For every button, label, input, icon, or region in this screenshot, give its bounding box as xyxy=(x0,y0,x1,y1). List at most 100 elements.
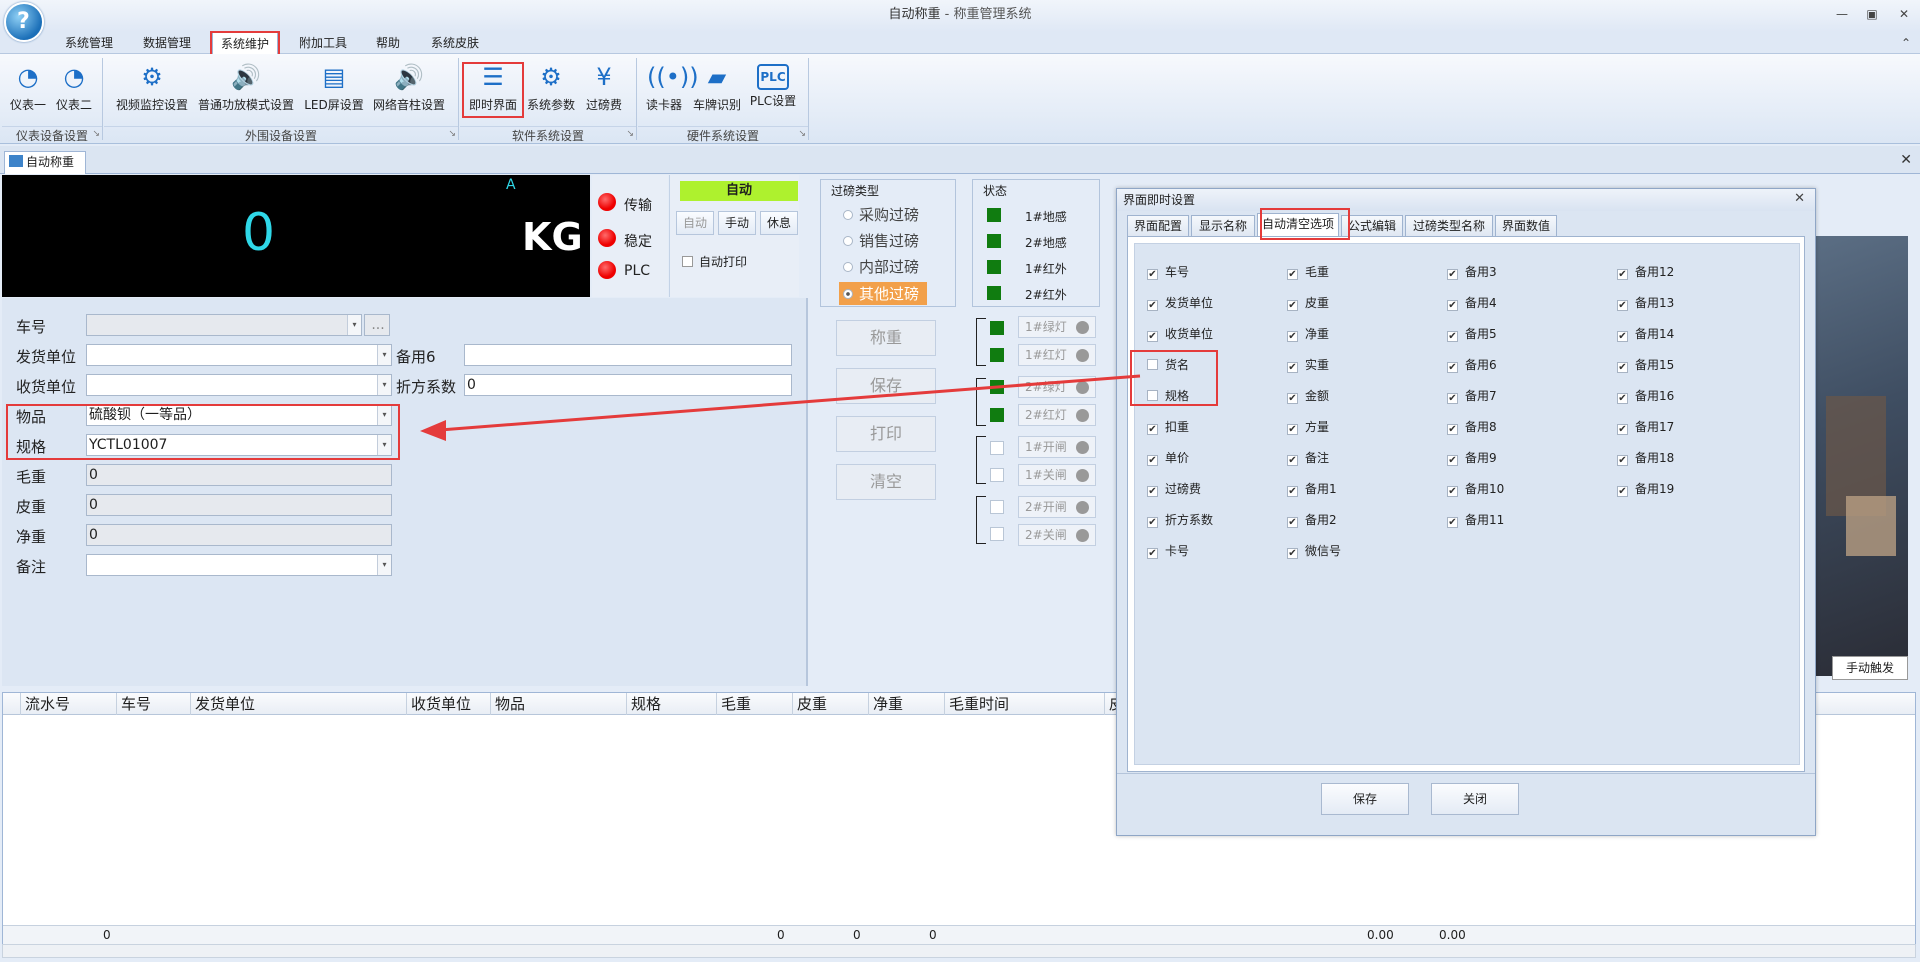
dialog-launcher-icon[interactable]: ↘ xyxy=(626,129,634,139)
chevron-down-icon[interactable]: ▾ xyxy=(377,405,391,425)
auto-clear-checkbox[interactable]: ✔ 备用4 xyxy=(1447,294,1497,311)
goods-field[interactable]: 硫酸钡（一等品） ▾ xyxy=(86,404,392,426)
gate-2-close-button[interactable]: 2#关闸 xyxy=(1018,524,1096,546)
chevron-down-icon[interactable]: ▾ xyxy=(347,315,361,335)
plate-recognition-button[interactable]: ▰ 车牌识别 xyxy=(690,58,744,118)
menu-tools[interactable]: 附加工具 xyxy=(292,32,354,54)
minimize-button[interactable]: — xyxy=(1832,6,1852,22)
menu-skin[interactable]: 系统皮肤 xyxy=(424,32,486,54)
dialog-launcher-icon[interactable]: ↘ xyxy=(92,129,100,139)
menu-data-manage[interactable]: 数据管理 xyxy=(136,32,198,54)
menu-system-manage[interactable]: 系统管理 xyxy=(58,32,120,54)
rest-button[interactable]: 休息 xyxy=(760,211,798,235)
dialog-save-button[interactable]: 保存 xyxy=(1321,783,1409,815)
instant-ui-button[interactable]: ☰ 即时界面 xyxy=(464,58,522,118)
car-no-browse-button[interactable]: ... xyxy=(364,314,390,336)
discount-field[interactable]: 0 xyxy=(464,374,792,396)
spare6-field[interactable] xyxy=(464,344,792,366)
receiver-field[interactable]: ▾ xyxy=(86,374,392,396)
print-button[interactable]: 打印 xyxy=(836,416,936,452)
gross-field[interactable]: 0 xyxy=(86,464,392,486)
dialog-launcher-icon[interactable]: ↘ xyxy=(798,129,806,139)
plc-settings-button[interactable]: PLC PLC设置 xyxy=(748,58,798,118)
weigh-button[interactable]: 称重 xyxy=(836,320,936,356)
column-header[interactable]: 毛重时间 xyxy=(945,693,1105,715)
close-tab-button[interactable]: ✕ xyxy=(1900,152,1912,168)
menu-help[interactable]: 帮助 xyxy=(370,32,406,54)
radio-sales[interactable]: 销售过磅 xyxy=(843,230,919,251)
auto-clear-checkbox[interactable]: ✔ 实重 xyxy=(1287,356,1329,373)
auto-clear-checkbox[interactable]: ✔ 备用5 xyxy=(1447,325,1497,342)
manual-button[interactable]: 手动 xyxy=(718,211,756,235)
radio-purchase[interactable]: 采购过磅 xyxy=(843,204,919,225)
manual-trigger-button[interactable]: 手动触发 xyxy=(1832,656,1908,680)
ribbon-collapse-button[interactable]: ⌃ xyxy=(1896,35,1916,51)
auto-clear-checkbox[interactable]: ✔ 备用12 xyxy=(1617,263,1674,280)
gate-1-open-button[interactable]: 1#开闸 xyxy=(1018,436,1096,458)
auto-clear-checkbox[interactable]: ✔ 扣重 xyxy=(1147,418,1189,435)
dialog-close-button[interactable]: 关闭 xyxy=(1431,783,1519,815)
column-header[interactable]: 规格 xyxy=(627,693,717,715)
chevron-down-icon[interactable]: ▾ xyxy=(377,345,391,365)
car-no-field[interactable]: ▾ xyxy=(86,314,362,336)
auto-clear-checkbox[interactable]: ✔ 备用19 xyxy=(1617,480,1674,497)
auto-clear-checkbox[interactable]: ✔ 备用15 xyxy=(1617,356,1674,373)
auto-button[interactable]: 自动 xyxy=(676,211,714,235)
auto-clear-checkbox[interactable]: ✔ 备注 xyxy=(1287,449,1329,466)
restore-button[interactable]: ▣ xyxy=(1862,6,1882,22)
radio-other[interactable]: 其他过磅 xyxy=(839,282,928,305)
dialog-launcher-icon[interactable]: ↘ xyxy=(448,129,456,139)
sender-field[interactable]: ▾ xyxy=(86,344,392,366)
auto-clear-checkbox[interactable]: ✔ 折方系数 xyxy=(1147,511,1213,528)
auto-clear-checkbox[interactable]: ✔ 备用7 xyxy=(1447,387,1497,404)
tare-field[interactable]: 0 xyxy=(86,494,392,516)
auto-clear-checkbox[interactable]: ✔ 车号 xyxy=(1147,263,1189,280)
auto-clear-checkbox[interactable]: ✔ 备用18 xyxy=(1617,449,1674,466)
column-header[interactable]: 流水号 xyxy=(21,693,117,715)
column-header[interactable]: 物品 xyxy=(491,693,627,715)
horizontal-scrollbar[interactable] xyxy=(2,944,1916,958)
close-window-button[interactable]: ✕ xyxy=(1894,6,1914,22)
auto-clear-checkbox[interactable]: ✔ 单价 xyxy=(1147,449,1189,466)
auto-clear-checkbox[interactable]: ✔ 备用1 xyxy=(1287,480,1337,497)
menu-system-maintenance[interactable]: 系统维护 xyxy=(212,32,278,55)
weigh-fee-button[interactable]: ¥ 过磅费 xyxy=(582,58,626,118)
auto-clear-checkbox[interactable]: ✔ 净重 xyxy=(1287,325,1329,342)
remark-field[interactable]: ▾ xyxy=(86,554,392,576)
led-settings-button[interactable]: ▤ LED屏设置 xyxy=(300,58,368,118)
auto-clear-checkbox[interactable]: ✔ 过磅费 xyxy=(1147,480,1201,497)
meter2-button[interactable]: ◔ 仪表二 xyxy=(52,58,96,118)
column-header[interactable]: 净重 xyxy=(869,693,945,715)
auto-clear-checkbox[interactable]: ✔ 发货单位 xyxy=(1147,294,1213,311)
auto-clear-checkbox[interactable]: ✔ 备用2 xyxy=(1287,511,1337,528)
clear-button[interactable]: 清空 xyxy=(836,464,936,500)
chevron-down-icon[interactable]: ▾ xyxy=(377,435,391,455)
light-2-red-button[interactable]: 2#红灯 xyxy=(1018,404,1096,426)
net-field[interactable]: 0 xyxy=(86,524,392,546)
app-logo-icon[interactable]: ? xyxy=(4,2,44,42)
auto-clear-checkbox[interactable]: ✔ 备用3 xyxy=(1447,263,1497,280)
light-1-red-button[interactable]: 1#红灯 xyxy=(1018,344,1096,366)
auto-clear-checkbox[interactable]: 规格 xyxy=(1147,387,1189,404)
system-params-button[interactable]: ⚙ 系统参数 xyxy=(524,58,578,118)
auto-clear-checkbox[interactable]: ✔ 备用16 xyxy=(1617,387,1674,404)
auto-clear-checkbox[interactable]: ✔ 收货单位 xyxy=(1147,325,1213,342)
auto-clear-checkbox[interactable]: ✔ 方量 xyxy=(1287,418,1329,435)
radio-internal[interactable]: 内部过磅 xyxy=(843,256,919,277)
auto-clear-checkbox[interactable]: ✔ 备用8 xyxy=(1447,418,1497,435)
auto-clear-checkbox[interactable]: ✔ 备用13 xyxy=(1617,294,1674,311)
auto-clear-checkbox[interactable]: ✔ 微信号 xyxy=(1287,542,1341,559)
auto-clear-checkbox[interactable]: 货名 xyxy=(1147,356,1189,373)
auto-clear-checkbox[interactable]: ✔ 备用9 xyxy=(1447,449,1497,466)
column-header[interactable]: 车号 xyxy=(117,693,191,715)
tab-auto-weigh[interactable]: 自动称重 xyxy=(4,151,86,174)
auto-clear-checkbox[interactable]: ✔ 备用14 xyxy=(1617,325,1674,342)
video-settings-button[interactable]: ⚙ 视频监控设置 xyxy=(112,58,192,118)
column-header[interactable]: 毛重 xyxy=(717,693,793,715)
auto-clear-checkbox[interactable]: ✔ 金额 xyxy=(1287,387,1329,404)
spec-field[interactable]: YCTL01007 ▾ xyxy=(86,434,392,456)
light-1-green-button[interactable]: 1#绿灯 xyxy=(1018,316,1096,338)
chevron-down-icon[interactable]: ▾ xyxy=(377,375,391,395)
card-reader-button[interactable]: ((•)) 读卡器 xyxy=(642,58,699,118)
auto-clear-checkbox[interactable]: ✔ 备用11 xyxy=(1447,511,1504,528)
